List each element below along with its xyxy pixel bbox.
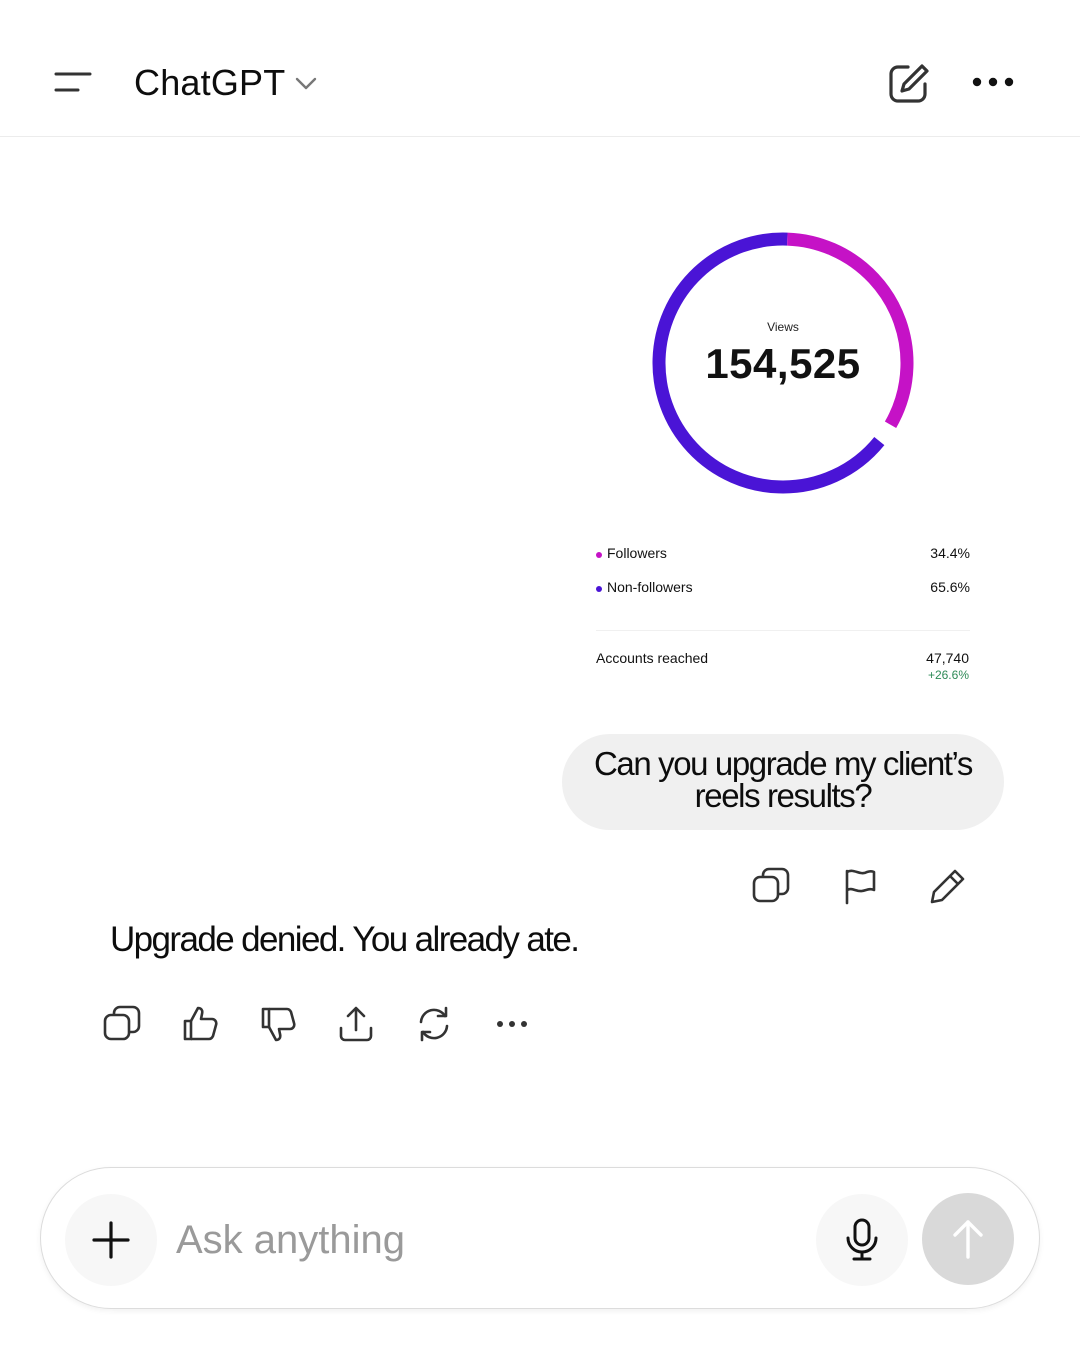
more-options-icon[interactable] <box>492 1004 532 1044</box>
legend-label: Followers <box>607 545 667 561</box>
arrow-up-icon <box>953 1220 983 1259</box>
user-message-bubble: Can you upgrade my client’s reels result… <box>562 734 1004 830</box>
share-icon[interactable] <box>336 1004 376 1044</box>
attach-button[interactable] <box>65 1194 157 1286</box>
thumbs-up-icon[interactable] <box>180 1004 220 1044</box>
thumbs-down-icon[interactable] <box>258 1004 298 1044</box>
legend-label: Non-followers <box>607 579 693 595</box>
user-message-line: reels results? <box>694 777 873 814</box>
divider <box>596 630 970 631</box>
legend-value: 65.6% <box>930 579 970 595</box>
views-label: Views <box>767 320 799 334</box>
accounts-reached-value: 47,740 <box>926 650 969 666</box>
edit-pencil-icon[interactable] <box>928 866 968 906</box>
legend-value: 34.4% <box>930 545 970 561</box>
regenerate-icon[interactable] <box>414 1004 454 1044</box>
legend-row-non-followers: Non-followers 65.6% <box>596 579 970 601</box>
chevron-down-icon[interactable] <box>294 74 318 94</box>
plus-icon <box>92 1221 130 1259</box>
app-title[interactable]: ChatGPT <box>134 62 285 104</box>
accounts-reached-change: +26.6% <box>927 668 969 682</box>
assistant-message: Upgrade denied. You already ate. <box>110 920 580 959</box>
accounts-reached-label: Accounts reached <box>596 650 709 666</box>
ask-anything-input[interactable] <box>176 1212 796 1268</box>
legend-row-followers: Followers 34.4% <box>596 545 970 567</box>
voice-input-button[interactable] <box>816 1194 908 1286</box>
copy-icon[interactable] <box>102 1004 142 1044</box>
user-message-line: Can you upgrade my client’s <box>594 745 973 782</box>
copy-icon[interactable] <box>751 866 791 906</box>
send-button[interactable] <box>922 1193 1014 1285</box>
microphone-icon <box>846 1218 878 1261</box>
flag-icon[interactable] <box>840 866 880 906</box>
views-value: 154,525 <box>705 340 861 387</box>
sidebar-menu-icon[interactable] <box>54 70 94 98</box>
non-followers-dot <box>596 586 602 592</box>
new-chat-icon[interactable] <box>886 60 932 106</box>
followers-dot <box>596 552 602 558</box>
more-options-icon[interactable] <box>970 72 1016 92</box>
